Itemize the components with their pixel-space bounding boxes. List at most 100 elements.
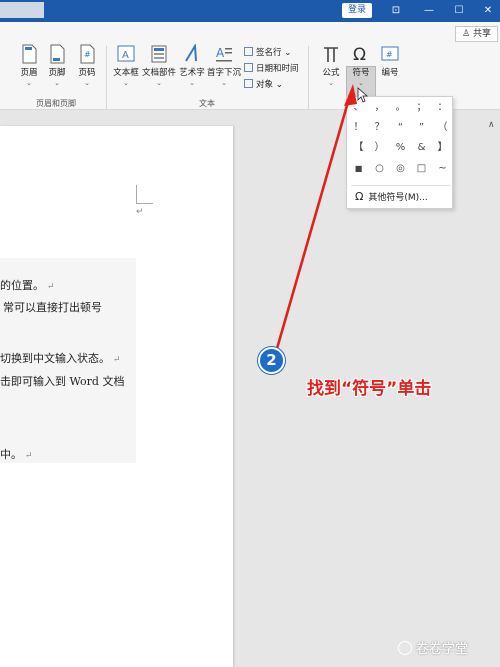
svg-text:#: # (84, 50, 91, 59)
symbol-item[interactable]: ~ (432, 160, 453, 178)
object-button[interactable]: 对象 ⌄ (244, 78, 283, 90)
doc-line: 击即可输入到 Word 文档 (0, 375, 125, 388)
symbol-button[interactable]: Ω 符号 ⌄ (348, 44, 374, 87)
margin-corner-mark (136, 185, 153, 204)
numbering-button[interactable]: # 编号 (377, 44, 403, 78)
symbol-item[interactable]: 】 (432, 139, 453, 157)
header-label: 页眉 (20, 68, 38, 78)
symbol-item[interactable]: ， (369, 99, 390, 117)
symbol-item[interactable]: & (411, 139, 432, 157)
symbol-item[interactable]: ” (411, 119, 432, 137)
symbol-item[interactable]: □ (411, 160, 432, 178)
svg-text:#: # (386, 50, 393, 59)
pi-icon (324, 47, 338, 62)
symbol-item[interactable]: 【 (348, 139, 369, 157)
symbol-item[interactable]: 、 (348, 99, 369, 117)
footer-label: 页脚 (48, 68, 66, 78)
page-number-button[interactable]: # 页码 ⌄ (76, 44, 98, 87)
annotation-text: 找到“符号”单击 (307, 379, 432, 399)
word-art-icon (185, 44, 197, 62)
date-time-button[interactable]: 日期和时间 (244, 62, 299, 74)
signature-line-icon (244, 47, 253, 56)
paragraph-mark: ↵ (136, 207, 144, 217)
numbering-label: 编号 (381, 68, 399, 78)
omega-icon: Ω (355, 190, 364, 203)
close-button[interactable]: ✕ (478, 2, 498, 19)
symbol-item[interactable]: ； (411, 99, 432, 117)
chevron-down-icon: ⌄ (328, 79, 334, 87)
object-label: 对象 (256, 80, 274, 90)
share-button[interactable]: ♙ 共享 (455, 26, 498, 42)
header-icon (22, 44, 37, 64)
word-art-button[interactable]: 艺术字 ⌄ (179, 44, 205, 87)
chevron-down-icon: ⌄ (221, 79, 227, 87)
equation-label: 公式 (322, 68, 340, 78)
symbol-item[interactable]: 。 (390, 99, 411, 117)
group-divider (308, 46, 309, 110)
symbol-item[interactable]: ） (369, 139, 390, 157)
group-label-header-footer: 页眉和页脚 (36, 99, 76, 108)
collapse-ribbon-button[interactable]: ∧ (488, 120, 495, 130)
symbol-item[interactable]: （ (432, 119, 453, 137)
title-bar: 登录 ⊡ — ☐ ✕ (0, 0, 500, 22)
text-box-icon: A (117, 45, 135, 62)
chevron-down-icon: ⌄ (26, 79, 32, 87)
symbol-item[interactable]: ？ (369, 119, 390, 137)
numbering-icon: # (381, 46, 399, 61)
more-symbols-label: 其他符号(M)... (368, 193, 428, 203)
signature-line-button[interactable]: 签名行 ⌄ (244, 46, 291, 58)
chevron-down-icon: ⌄ (275, 80, 283, 90)
symbol-item[interactable]: ！ (348, 119, 369, 137)
footer-button[interactable]: 页脚 ⌄ (46, 44, 68, 87)
doc-line: 中。 ↵ (0, 448, 33, 461)
chevron-down-icon: ⌄ (358, 79, 364, 87)
watermark-logo-icon (398, 641, 412, 655)
page-number-icon: # (80, 44, 95, 64)
chevron-down-icon: ⌄ (84, 79, 90, 87)
header-button[interactable]: 页眉 ⌄ (18, 44, 40, 87)
symbol-dropdown: 、 ， 。 ； ： ！ ？ “ ” （ 【 ） % & 】 ■ ○ ◎ □ ~ … (346, 96, 453, 209)
object-icon (244, 79, 253, 88)
signature-line-label: 签名行 (256, 48, 282, 58)
chevron-down-icon: ⌄ (284, 48, 292, 58)
login-button[interactable]: 登录 (342, 3, 372, 18)
step-number-badge: 2 (258, 347, 285, 374)
ribbon-display-options-button[interactable]: ⊡ (386, 2, 406, 19)
watermark: 卷卷学堂 (398, 638, 468, 657)
symbol-label: 符号 (352, 68, 370, 78)
text-box-button[interactable]: A 文本框 ⌄ (113, 44, 139, 87)
svg-text:Ω: Ω (353, 45, 366, 64)
svg-text:A: A (216, 46, 225, 60)
doc-line: 切换到中文输入状态。 ↵ (0, 352, 121, 365)
group-divider (106, 46, 107, 110)
quick-parts-icon (151, 45, 167, 63)
symbol-item[interactable]: ■ (348, 160, 369, 178)
drop-cap-icon: A (216, 46, 232, 62)
drop-cap-label: 首字下沉 (207, 68, 242, 78)
title-bar-left-area (0, 2, 44, 18)
quick-parts-button[interactable]: 文档部件 ⌄ (142, 44, 176, 87)
chevron-down-icon: ⌄ (54, 79, 60, 87)
chevron-down-icon: ⌄ (123, 79, 129, 87)
symbol-item[interactable]: % (390, 139, 411, 157)
quick-parts-label: 文档部件 (142, 68, 177, 78)
more-symbols-item[interactable]: Ω 其他符号(M)... (355, 190, 428, 203)
equation-button[interactable]: 公式 ⌄ (318, 44, 344, 87)
symbol-item[interactable]: ○ (369, 160, 390, 178)
date-time-label: 日期和时间 (256, 64, 299, 74)
popup-divider (351, 185, 450, 186)
omega-icon: Ω (353, 45, 366, 64)
doc-line: 常可以直接打出顿号 (3, 301, 102, 314)
group-label-text: 文本 (199, 99, 215, 108)
minimize-button[interactable]: — (419, 2, 439, 19)
text-box-label: 文本框 (113, 68, 139, 78)
drop-cap-button[interactable]: A 首字下沉 ⌄ (207, 44, 241, 87)
doc-line: 的位置。 ↵ (0, 279, 55, 292)
date-time-icon (244, 63, 253, 72)
maximize-button[interactable]: ☐ (449, 2, 469, 19)
symbol-item[interactable]: “ (390, 119, 411, 137)
chevron-down-icon: ⌄ (156, 79, 162, 87)
chevron-down-icon: ⌄ (189, 79, 195, 87)
symbol-item[interactable]: ◎ (390, 160, 411, 178)
symbol-item[interactable]: ： (432, 99, 453, 117)
